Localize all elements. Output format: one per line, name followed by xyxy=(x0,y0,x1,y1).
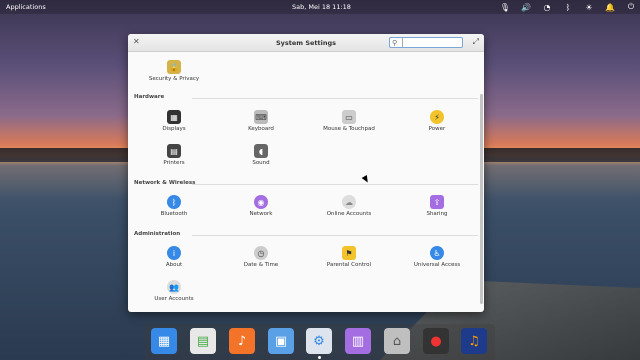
running-indicator xyxy=(318,356,321,359)
microphone-icon[interactable]: 🎙 xyxy=(500,1,510,13)
cloud-icon: ☁ xyxy=(342,195,356,209)
date-time-item[interactable]: ◷ Date & Time xyxy=(217,246,305,268)
applications-menu[interactable]: Applications xyxy=(6,3,46,11)
parental-control-item[interactable]: ⚑ Parental Control xyxy=(305,246,393,268)
section-title-network: Network & Wireless xyxy=(134,180,196,186)
section-title-administration: Administration xyxy=(134,231,181,237)
displays-item[interactable]: ▦ Displays xyxy=(130,110,218,132)
notifications-icon[interactable]: 🔔 xyxy=(605,1,615,13)
item-label: Mouse & Touchpad xyxy=(323,126,375,132)
bluetooth-item[interactable]: ᛒ Bluetooth xyxy=(130,195,218,217)
share-icon: ⇪ xyxy=(430,195,444,209)
screen-recorder-icon[interactable]: ● xyxy=(423,328,449,354)
search-input[interactable] xyxy=(402,38,460,47)
audacity-icon[interactable]: ♫ xyxy=(461,328,487,354)
clock[interactable]: Sab, Mei 18 11:18 xyxy=(292,3,351,11)
item-label: Bluetooth xyxy=(160,211,188,217)
maximize-icon[interactable]: ⤢ xyxy=(473,37,479,47)
system-settings-window: ✕ System Settings ⚲ ⤢ 🔒 Security & Priva… xyxy=(128,34,484,312)
settings-icon[interactable]: ⚙ xyxy=(306,328,332,354)
item-label: Parental Control xyxy=(326,262,372,268)
section-title-hardware: Hardware xyxy=(134,94,165,100)
titlebar: ✕ System Settings ⚲ ⤢ xyxy=(128,34,484,52)
music-icon[interactable]: ♪ xyxy=(229,328,255,354)
universal-access-item[interactable]: ♿ Universal Access xyxy=(393,246,481,268)
keyboard-item[interactable]: ⌨ Keyboard xyxy=(217,110,305,132)
wifi-icon[interactable]: ◔ xyxy=(542,1,552,13)
volume-icon[interactable]: 🔊 xyxy=(521,1,531,13)
lock-icon: 🔒 xyxy=(167,60,181,74)
bluetooth-icon: ᛒ xyxy=(167,195,181,209)
divider xyxy=(192,98,478,99)
power-icon[interactable]: ⏻ xyxy=(626,1,636,13)
item-label: Sharing xyxy=(426,211,448,217)
item-label: Power xyxy=(428,126,446,132)
printers-item[interactable]: ▤ Printers xyxy=(130,144,218,166)
power-item[interactable]: ⚡ Power xyxy=(393,110,481,132)
item-label: Online Accounts xyxy=(326,211,372,217)
brightness-icon[interactable]: ☀ xyxy=(584,1,594,13)
clock-icon: ◷ xyxy=(254,246,268,260)
app-center-icon[interactable]: ▥ xyxy=(345,328,371,354)
sound-item[interactable]: ◖ Sound xyxy=(217,144,305,166)
photos-icon[interactable]: ▣ xyxy=(268,328,294,354)
parental-icon: ⚑ xyxy=(342,246,356,260)
calendar-icon[interactable]: ▤ xyxy=(190,328,216,354)
files-icon[interactable]: ⌂ xyxy=(384,328,410,354)
divider xyxy=(192,235,478,236)
multitasking-view-icon[interactable]: ▦ xyxy=(151,328,177,354)
sharing-item[interactable]: ⇪ Sharing xyxy=(393,195,481,217)
divider xyxy=(192,184,478,185)
item-label: User Accounts xyxy=(154,296,194,302)
bluetooth-icon[interactable]: ᛒ xyxy=(563,1,573,13)
item-label: Keyboard xyxy=(248,126,274,132)
settings-content: 🔒 Security & Privacy Hardware ▦ Displays… xyxy=(128,52,484,312)
printer-icon: ▤ xyxy=(167,144,181,158)
online-accounts-item[interactable]: ☁ Online Accounts xyxy=(305,195,393,217)
network-icon: ◉ xyxy=(254,195,268,209)
speaker-icon: ◖ xyxy=(254,144,268,158)
search-icon: ⚲ xyxy=(392,38,398,47)
display-icon: ▦ xyxy=(167,110,181,124)
item-label: Security & Privacy xyxy=(148,76,200,82)
top-panel: Applications Sab, Mei 18 11:18 🎙 🔊 ◔ ᛒ ☀… xyxy=(0,0,640,14)
scrollbar[interactable] xyxy=(480,94,483,304)
info-icon: i xyxy=(167,246,181,260)
search-field[interactable]: ⚲ xyxy=(389,37,463,48)
user-accounts-item[interactable]: 👥 User Accounts xyxy=(130,280,218,302)
item-label: Printers xyxy=(163,160,185,166)
accessibility-icon: ♿ xyxy=(430,246,444,260)
battery-icon: ⚡ xyxy=(430,110,444,124)
users-icon: 👥 xyxy=(167,280,181,294)
item-label: About xyxy=(165,262,183,268)
about-item[interactable]: i About xyxy=(130,246,218,268)
item-label: Date & Time xyxy=(243,262,279,268)
mouse-icon: ▭ xyxy=(342,110,356,124)
item-label: Universal Access xyxy=(413,262,461,268)
item-label: Sound xyxy=(252,160,270,166)
item-label: Network xyxy=(249,211,273,217)
security-privacy-item[interactable]: 🔒 Security & Privacy xyxy=(128,60,220,82)
mouse-touchpad-item[interactable]: ▭ Mouse & Touchpad xyxy=(305,110,393,132)
item-label: Displays xyxy=(162,126,186,132)
indicators: 🎙 🔊 ◔ ᛒ ☀ 🔔 ⏻ xyxy=(500,1,636,13)
network-item[interactable]: ◉ Network xyxy=(217,195,305,217)
keyboard-icon: ⌨ xyxy=(254,110,268,124)
